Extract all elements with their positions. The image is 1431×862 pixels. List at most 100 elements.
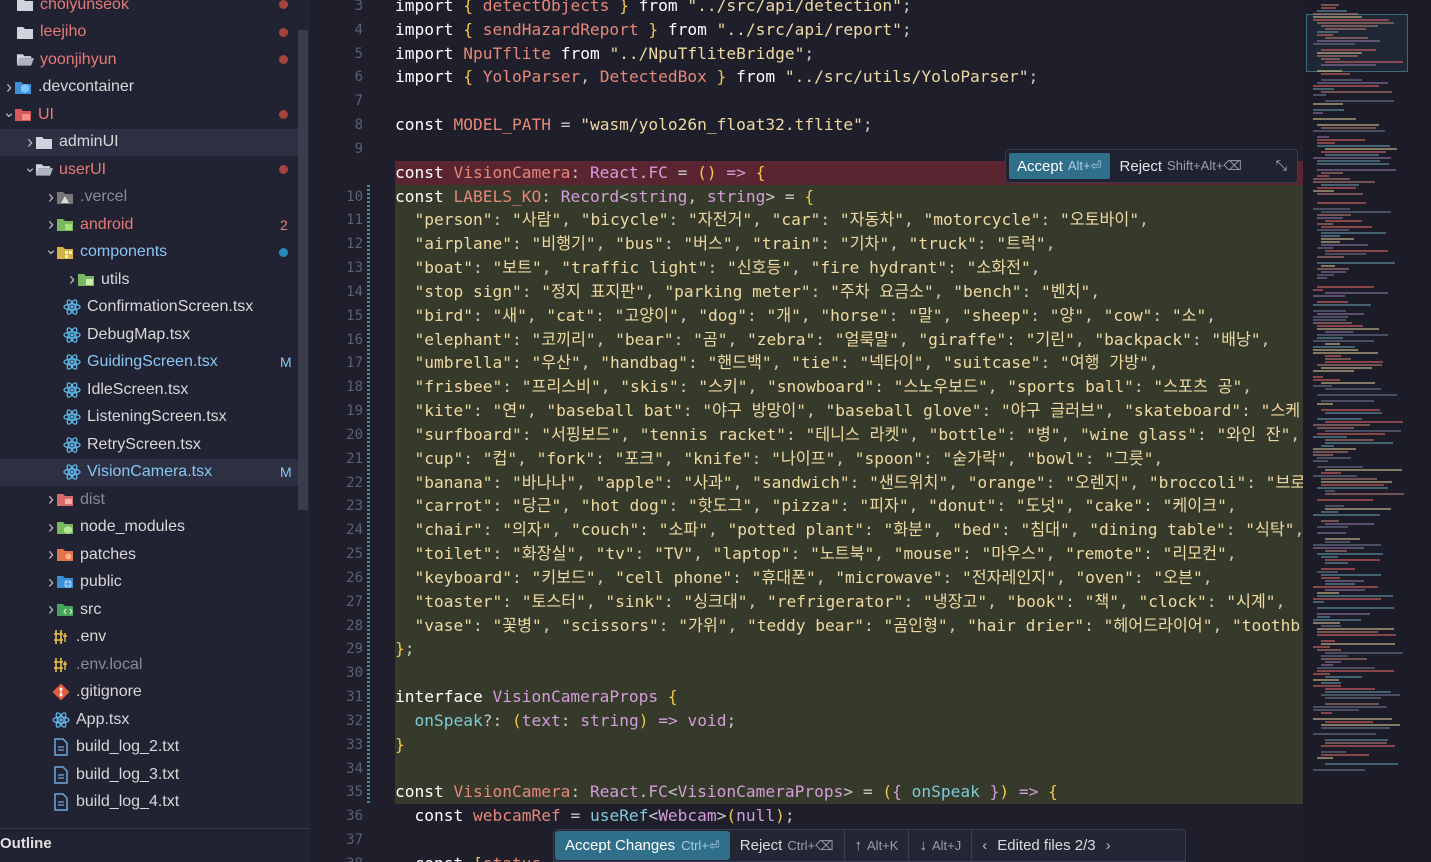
outline-panel-header[interactable]: Outline [0, 828, 310, 862]
minimap-line [1317, 607, 1394, 609]
chevron-left-icon[interactable]: ‹ [982, 837, 987, 854]
folder-open-icon [16, 51, 34, 69]
code-line[interactable]: "surfboard": "서핑보드", "tennis racket": "테… [395, 423, 1301, 447]
git-status-dot [279, 27, 288, 37]
previous-change-button[interactable]: ↑ Alt+K [845, 829, 910, 862]
code-line[interactable]: "vase": "꽃병", "scissors": "가위", "teddy b… [395, 614, 1301, 638]
tree-item[interactable]: ⌄ components [0, 239, 298, 266]
code-line[interactable]: onSpeak?: (text: string) => void; [395, 709, 737, 733]
minimap-line [1325, 703, 1380, 705]
minimap-line [1321, 184, 1359, 186]
reject-changes-button[interactable]: Reject Ctrl+⌫ [730, 829, 845, 862]
tree-item[interactable]: › utils [0, 266, 298, 293]
code-line[interactable]: "airplane": "비행기", "bus": "버스", "train":… [395, 232, 1056, 256]
minimap-line [1321, 73, 1350, 75]
tree-item[interactable]: › android 2 [0, 211, 298, 238]
code-line[interactable]: "keyboard": "키보드", "cell phone": "휴대폰", … [395, 566, 1213, 590]
collapse-icon[interactable]: ⤡ [1276, 158, 1287, 174]
code-line[interactable]: "kite": "연", "baseball bat": "야구 방망이", "… [395, 399, 1301, 423]
tree-item[interactable]: › public [0, 569, 298, 596]
minimap-line [1313, 376, 1324, 378]
tree-item[interactable]: build_log_2.txt [0, 734, 298, 761]
reject-hunk-button[interactable]: Reject Shift+Alt+⌫ [1120, 158, 1242, 175]
tree-item[interactable]: ListeningScreen.tsx [0, 404, 298, 431]
minimap-line [1325, 100, 1395, 102]
minimap-line [1317, 616, 1331, 618]
chevron-right-icon[interactable]: › [1106, 837, 1111, 854]
tree-item[interactable]: App.tsx [0, 706, 298, 733]
code-line[interactable]: "bird": "새", "cat": "고양이", "dog": "개", "… [395, 304, 1217, 328]
code-editor[interactable]: 3 import { detectObjects } from "../src/a… [310, 0, 1431, 862]
tree-item[interactable]: leejiho [0, 19, 298, 46]
code-line[interactable]: import { YoloParser, DetectedBox } from … [395, 65, 1038, 89]
code-line[interactable]: const VisionCamera: React.FC = () => { [395, 161, 765, 185]
code-line[interactable]: const VisionCamera: React.FC<VisionCamer… [395, 780, 1058, 804]
tree-item[interactable]: yoonjihyun [0, 46, 298, 73]
tree-item[interactable]: GuidingScreen.tsx M [0, 349, 298, 376]
code-line[interactable]: "carrot": "당근", "hot dog": "핫도그", "pizza… [395, 494, 1237, 518]
code-line[interactable]: } [395, 733, 405, 757]
code-line[interactable]: const LABELS_KO: Record<string, string> … [395, 185, 814, 209]
android-folder-icon [56, 216, 74, 234]
tree-item[interactable]: build_log_3.txt [0, 761, 298, 788]
minimap-line [1325, 37, 1368, 39]
minimap-line [1321, 79, 1362, 81]
tree-item-label: App.tsx [76, 710, 130, 728]
tree-item[interactable]: VisionCamera.tsx M [0, 458, 298, 486]
line-number: 23 [346, 498, 363, 515]
tree-item[interactable]: ConfirmationScreen.tsx [0, 294, 298, 321]
code-line[interactable]: "chair": "의자", "couch": "소파", "potted pl… [395, 518, 1305, 542]
minimap-line [1313, 370, 1355, 372]
code-line[interactable]: import { sendHazardReport } from "../src… [395, 18, 912, 42]
code-line[interactable]: const webcamRef = useRef<Webcam>(null); [395, 804, 795, 828]
tree-item[interactable]: RetryScreen.tsx [0, 431, 298, 458]
code-line[interactable]: import NpuTflite from "../NpuTfliteBridg… [395, 42, 814, 66]
code-line[interactable]: "stop sign": "정지 표지판", "parking meter": … [395, 280, 1101, 304]
tree-item[interactable]: DebugMap.tsx [0, 321, 298, 348]
minimap-line [1313, 190, 1335, 192]
minimap-line [1313, 118, 1357, 120]
code-line[interactable]: import { detectObjects } from "../src/ap… [395, 0, 912, 18]
tree-item[interactable]: › patches [0, 541, 298, 568]
accept-changes-button[interactable]: Accept Changes Ctrl+⏎ [555, 831, 730, 860]
tree-item[interactable]: build_log_4.txt [0, 789, 298, 816]
code-line[interactable]: "toaster": "토스터", "sink": "싱크대", "refrig… [395, 590, 1286, 614]
line-number: 18 [346, 379, 363, 396]
code-line[interactable]: "cup": "컵", "fork": "포크", "knife": "나이프"… [395, 447, 1164, 471]
tree-item[interactable]: › adminUI [0, 128, 298, 156]
tree-item[interactable]: › dist [0, 486, 298, 513]
code-line[interactable]: "banana": "바나나", "apple": "사과", "sandwic… [395, 471, 1306, 495]
tree-item[interactable]: ⌄ UI [0, 101, 298, 128]
tree-item[interactable]: choiyunseok [0, 0, 298, 18]
minimap-line [1313, 673, 1331, 675]
minimap-line [1321, 640, 1336, 642]
tree-item[interactable]: ⌄ userUI [0, 156, 298, 183]
tree-item[interactable]: .env.local [0, 651, 298, 678]
minimap-line [1321, 625, 1341, 627]
code-line[interactable]: interface VisionCameraProps { [395, 685, 678, 709]
tree-item[interactable]: IdleScreen.tsx [0, 376, 298, 403]
code-line[interactable]: "umbrella": "우산", "handbag": "핸드백", "tie… [395, 351, 1159, 375]
code-line[interactable]: "boat": "보트", "traffic light": "신호등", "f… [395, 256, 1041, 280]
code-line[interactable]: const MODEL_PATH = "wasm/yolo26n_float32… [395, 113, 873, 137]
minimap-line [1317, 487, 1389, 489]
code-line[interactable]: }; [395, 637, 415, 661]
accept-hunk-button[interactable]: Accept Alt+⏎ [1009, 153, 1110, 179]
code-line[interactable]: "toilet": "화장실", "tv": "TV", "laptop": "… [395, 542, 1237, 566]
minimap-line [1317, 628, 1395, 630]
line-number: 7 [354, 93, 363, 110]
tree-item[interactable]: › node_modules [0, 514, 298, 541]
tree-item[interactable]: .env [0, 624, 298, 651]
minimap[interactable] [1303, 0, 1431, 862]
tree-item[interactable]: .gitignore [0, 679, 298, 706]
code-line[interactable]: "person": "사람", "bicycle": "자전거", "car":… [395, 208, 1149, 232]
tree-item[interactable]: › src [0, 596, 298, 623]
minimap-line [1317, 268, 1349, 270]
sidebar-scrollbar[interactable] [298, 30, 308, 510]
code-line[interactable]: "elephant": "코끼리", "bear": "곰", "zebra":… [395, 328, 1271, 352]
tree-item[interactable]: › .vercel [0, 184, 298, 211]
code-line[interactable]: "frisbee": "프리스비", "skis": "스키", "snowbo… [395, 375, 1252, 399]
next-change-button[interactable]: ↓ Alt+J [909, 829, 973, 862]
tree-item[interactable]: › .devcontainer [0, 74, 298, 101]
minimap-line [1317, 634, 1396, 636]
